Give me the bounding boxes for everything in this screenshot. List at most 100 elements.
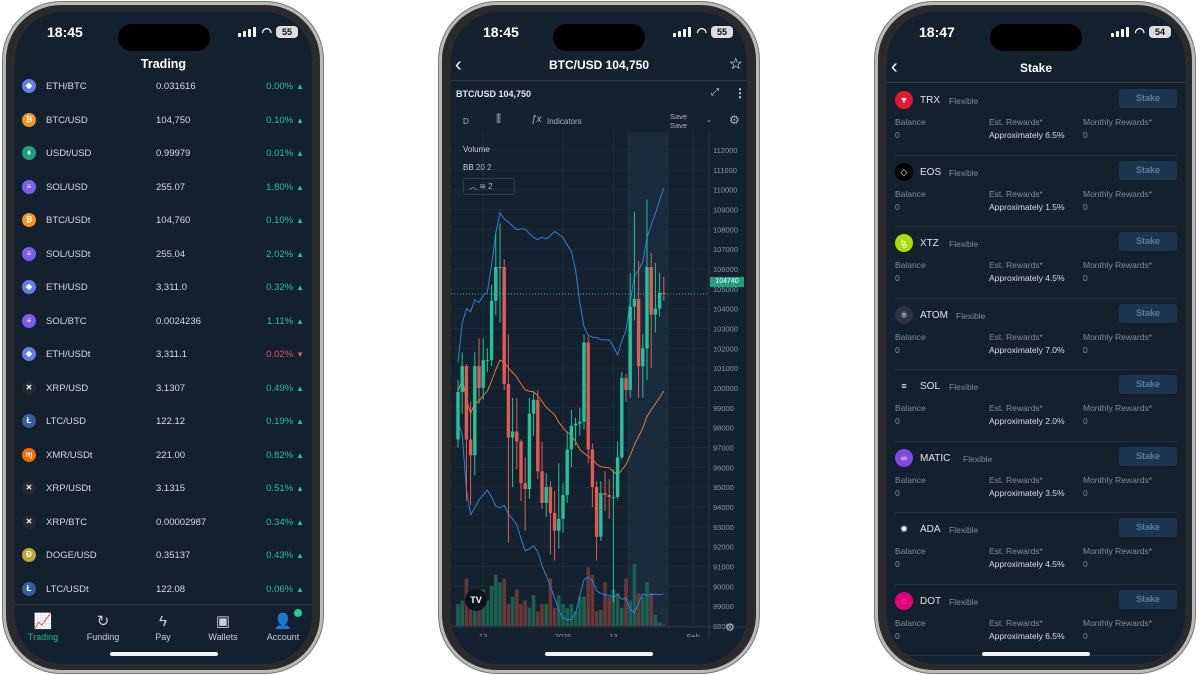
status-time: 18:47 [919,24,955,40]
eth-icon: ◆ [22,347,36,361]
market-row[interactable]: ≡ SOL/USD 255.07 1.80% ▲ [15,171,312,204]
volume-bar [569,604,574,626]
home-indicator [109,652,218,656]
volume-bar [540,604,544,626]
y-tick-label: 96000 [713,463,734,472]
status-bar: 18:45 ◠ 55 [451,24,747,51]
arrow-up-icon: ▲ [296,82,304,91]
pair-change: 0.01% ▲ [266,148,304,159]
market-row[interactable]: ✕ XRP/USD 3.1307 0.49% ▲ [15,372,312,405]
y-tick-label: 109000 [713,205,738,214]
candle-type-icon[interactable]: ⫼ [496,113,501,126]
sol-icon: ≡ [22,313,36,328]
candle-body [489,300,494,361]
tab-funding[interactable]: ↻ Funding [73,612,133,642]
candle-body [657,292,662,309]
monthly-rewards-label: Monthly Rewards* [1083,474,1152,485]
refresh-icon: ↻ [96,613,110,630]
chevron-down-icon[interactable]: ⌄ [706,116,712,124]
legend-collapse-button[interactable]: ︿ ≋ 2 [463,178,515,195]
volume-bar [632,563,637,626]
change-value: 0.01% [266,148,294,159]
pair-name: LTC/USD [46,416,86,427]
notification-dot [294,609,302,617]
axis-settings-icon[interactable]: ⚙ [725,621,735,634]
fullscreen-icon[interactable]: ⤢ [711,87,719,98]
stake-button[interactable]: Stake [1119,589,1177,609]
battery-icon: 55 [711,26,733,38]
monthly-rewards-label: Monthly Rewards* [1083,331,1152,342]
dot-icon: ◌ [895,591,913,610]
candle-body [527,413,532,490]
monthly-rewards-value: 0 [1083,273,1088,283]
pair-change: 0.10% ▲ [266,115,304,126]
sol-icon: ≡ [895,377,913,395]
stake-button[interactable]: Stake [1119,375,1177,394]
indicators-button[interactable]: Indicators [547,117,582,126]
pair-price: 0.99979 [156,148,191,159]
volume-bar [527,607,532,626]
candle-body [515,431,519,442]
market-row[interactable]: ◆ ETH/BTC 0.031616 0.00% ▲ [15,70,312,103]
market-row[interactable]: Ð DOGE/USD 0.35137 0.43% ▲ [15,539,312,572]
stake-button[interactable]: Stake [1119,303,1177,323]
stake-card: ◌ DOT Flexible Stake Balance Est. Rewards* Mon… [895,585,1177,656]
monthly-rewards-label: Monthly Rewards* [1083,117,1152,127]
sol-icon: ≡ [22,179,36,194]
save-button[interactable]: Save Save [670,112,687,130]
pair-name: XRP/BTC [46,516,88,528]
stake-button[interactable]: Stake [1119,446,1177,466]
balance-value: 0 [895,416,900,426]
pair-change: 0.32% ▲ [266,282,304,293]
layers-icon: ≋ [479,182,486,191]
stake-button[interactable]: Stake [1119,89,1177,108]
market-row[interactable]: ₿ BTC/USD 104,750 0.10% ▲ [15,104,312,137]
fx-icon[interactable]: ƒx [531,114,542,125]
candle-body [607,495,611,498]
market-row[interactable]: ♦ USDt/USD 0.99979 0.01% ▲ [15,137,312,170]
stake-button[interactable]: Stake [1119,232,1177,251]
market-row[interactable]: Ł LTC/USDt 122.08 0.06% ▲ [15,573,312,606]
market-row[interactable]: Ł LTC/USD 122.12 0.19% ▲ [15,405,312,438]
settings-icon[interactable]: ⚙ [729,113,740,127]
candle-body [494,266,498,301]
est-rewards-label: Est. Rewards* [989,331,1043,342]
interval-button[interactable]: D [463,117,469,126]
market-row[interactable]: ◆ ETH/USD 3,311.0 0.32% ▲ [15,271,312,304]
xrp-icon: ✕ [22,514,36,529]
last-price-label: 104740 [710,277,744,287]
market-row[interactable]: ≡ SOL/USDt 255.04 2.02% ▲ [15,238,312,271]
y-tick-label: 92000 [713,543,734,552]
volume-bar [657,622,662,626]
market-row[interactable]: ≡ SOL/BTC 0.0024236 1.11% ▲ [15,305,312,338]
market-row[interactable]: ✕ XRP/BTC 0.00002987 0.34% ▲ [15,506,312,539]
stake-type: Flexible [949,382,979,392]
market-row[interactable]: ✕ XRP/USDt 3.1315 0.51% ▲ [15,472,312,505]
star-icon[interactable]: ☆ [729,54,743,74]
more-icon[interactable]: ⋮ [734,86,746,100]
tab-account[interactable]: 👤 Account [253,612,312,642]
market-row[interactable]: ɱ XMR/USDt 221.00 0.82% ▲ [15,439,312,472]
candle-body [632,298,637,307]
volume-bar [460,600,464,626]
market-row[interactable]: ₿ BTC/USDt 104,760 0.10% ▲ [15,204,312,237]
tab-label: Funding [86,632,120,642]
candle-body [485,360,490,362]
candle-body [561,495,565,519]
market-row[interactable]: ◆ ETH/USDt 3,311.1 0.02% ▼ [15,338,312,371]
stake-card: ꜩ XTZ Flexible Stake Balance Est. Rewards* Mon… [895,227,1177,299]
tab-trading[interactable]: 📈 Trading [15,612,73,642]
price-chart[interactable]: 112000 111000 110000 109000 108000 107000 1060… [451,132,747,637]
stake-button[interactable]: Stake [1119,160,1177,180]
change-value: 0.19% [266,416,294,427]
change-value: 0.49% [266,382,294,394]
tab-pay[interactable]: ϟ Pay [133,612,193,642]
stake-button[interactable]: Stake [1119,518,1177,537]
est-rewards-value: Approximately 3.5% [989,487,1065,498]
pair-price: 122.08 [156,583,186,595]
volume-bar [544,604,548,626]
tab-wallets[interactable]: ▣ Wallets [193,612,253,642]
candle-body [464,366,469,440]
candle-body [473,366,477,456]
candle-body [552,512,557,531]
